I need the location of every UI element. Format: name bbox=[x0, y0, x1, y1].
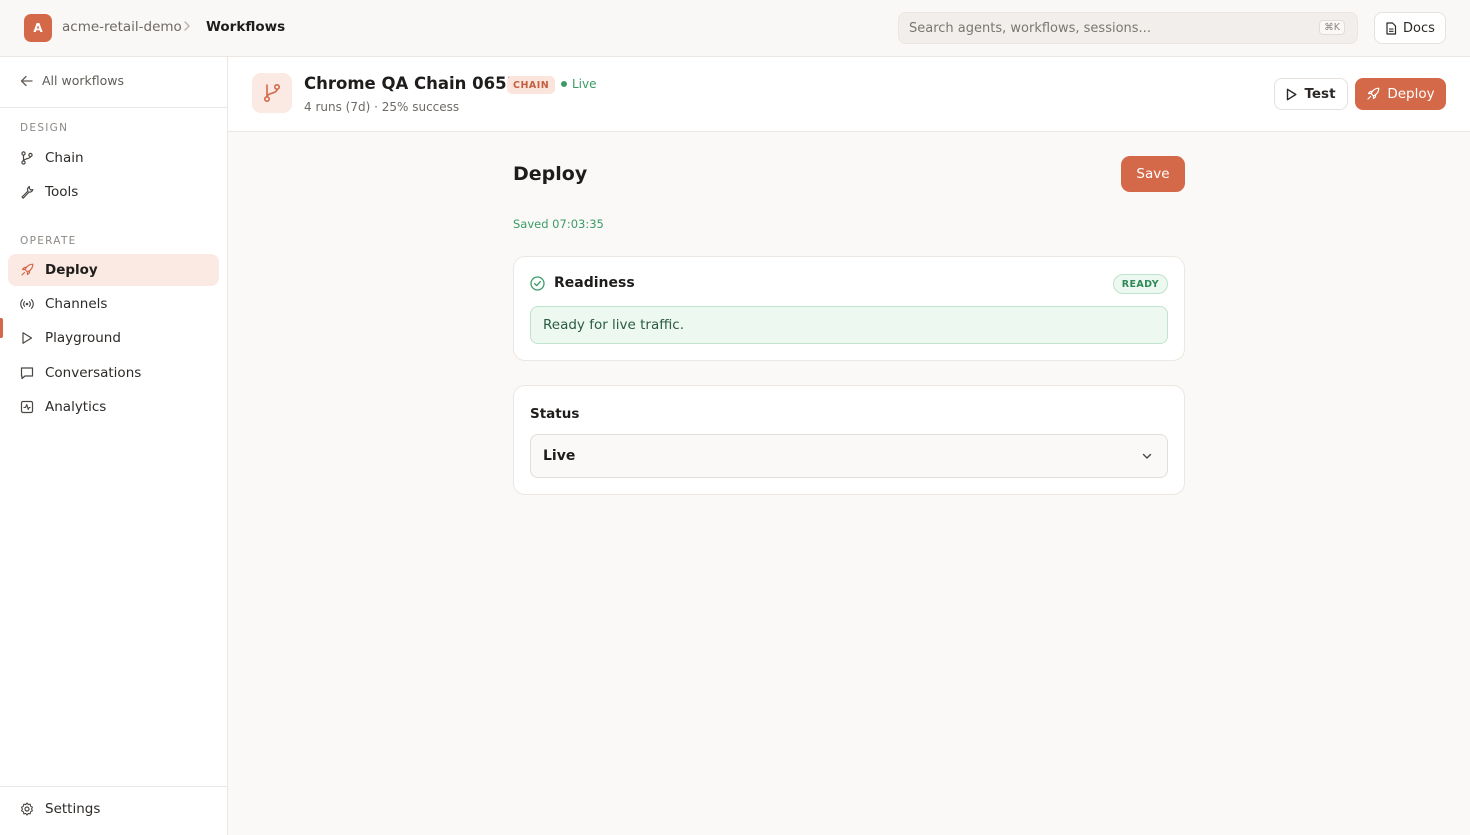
ready-badge: READY bbox=[1112, 274, 1168, 294]
workflow-status: Live bbox=[561, 77, 597, 91]
search-input[interactable] bbox=[909, 20, 1309, 36]
sidebar-item-settings[interactable]: Settings bbox=[20, 801, 100, 817]
sidebar-item-label: Tools bbox=[45, 184, 79, 200]
test-label: Test bbox=[1304, 86, 1336, 102]
active-indicator bbox=[0, 318, 3, 338]
sidebar-item-playground[interactable]: Playground bbox=[8, 322, 219, 354]
sidebar-item-channels[interactable]: Channels bbox=[8, 288, 219, 320]
workflow-meta: 4 runs (7d) · 25% success bbox=[304, 100, 460, 114]
status-select-value: Live bbox=[543, 448, 576, 464]
play-icon bbox=[1286, 88, 1297, 101]
check-circle-icon bbox=[530, 275, 545, 291]
play-icon bbox=[20, 331, 34, 345]
section-label-design: DESIGN bbox=[20, 122, 69, 134]
branch-icon bbox=[20, 151, 34, 165]
sidebar-item-label: Analytics bbox=[45, 399, 107, 415]
deploy-label: Deploy bbox=[1387, 86, 1435, 102]
sidebar: All workflows DESIGN Chain Tools OPERATE… bbox=[0, 57, 228, 835]
breadcrumb-current[interactable]: Workflows bbox=[206, 19, 285, 35]
back-link-label: All workflows bbox=[42, 73, 124, 88]
deploy-button[interactable]: Deploy bbox=[1355, 78, 1446, 110]
rocket-icon bbox=[1366, 87, 1380, 101]
docs-button[interactable]: Docs bbox=[1374, 12, 1446, 44]
test-button[interactable]: Test bbox=[1274, 78, 1348, 110]
arrow-left-icon bbox=[20, 75, 33, 87]
saved-timestamp: Saved 07:03:35 bbox=[513, 217, 604, 231]
top-bar: A acme-retail-demo Workflows ⌘K Docs bbox=[0, 0, 1470, 57]
save-button[interactable]: Save bbox=[1121, 156, 1185, 192]
sidebar-item-label: Playground bbox=[45, 330, 121, 346]
page-title: Deploy bbox=[513, 163, 588, 185]
readiness-title: Readiness bbox=[554, 275, 635, 291]
sidebar-item-label: Conversations bbox=[45, 365, 142, 381]
sidebar-item-chain[interactable]: Chain bbox=[8, 142, 219, 174]
sidebar-item-label: Deploy bbox=[45, 262, 98, 278]
back-to-workflows-link[interactable]: All workflows bbox=[20, 73, 124, 88]
sidebar-divider bbox=[0, 107, 227, 108]
sidebar-divider bbox=[0, 786, 227, 787]
readiness-message: Ready for live traffic. bbox=[530, 306, 1168, 344]
sidebar-item-conversations[interactable]: Conversations bbox=[8, 357, 219, 389]
org-avatar[interactable]: A bbox=[24, 14, 52, 42]
section-label-operate: OPERATE bbox=[20, 235, 77, 247]
readiness-header: Readiness bbox=[530, 275, 635, 291]
workflow-status-label: Live bbox=[572, 77, 597, 91]
workflow-branch-icon bbox=[252, 73, 292, 113]
sidebar-item-label: Channels bbox=[45, 296, 108, 312]
sidebar-item-label: Settings bbox=[45, 801, 101, 817]
readiness-card: Readiness READY Ready for live traffic. bbox=[513, 256, 1185, 361]
docs-label: Docs bbox=[1403, 20, 1435, 36]
breadcrumb-separator-icon bbox=[183, 21, 191, 31]
sidebar-item-tools[interactable]: Tools bbox=[8, 176, 219, 208]
gear-icon bbox=[20, 802, 34, 816]
sidebar-item-deploy[interactable]: Deploy bbox=[8, 254, 219, 286]
workflow-title: Chrome QA Chain 065341 bbox=[304, 74, 542, 93]
sidebar-item-analytics[interactable]: Analytics bbox=[8, 391, 219, 423]
workflow-header: Chrome QA Chain 065341 CHAIN Live 4 runs… bbox=[228, 57, 1470, 132]
workflow-type-badge: CHAIN bbox=[507, 76, 556, 94]
status-card: Status Live bbox=[513, 385, 1185, 495]
chevron-down-icon bbox=[1141, 450, 1153, 462]
search-shortcut: ⌘K bbox=[1319, 20, 1345, 35]
rocket-icon bbox=[20, 263, 34, 277]
broadcast-icon bbox=[20, 297, 34, 311]
breadcrumb-org[interactable]: acme-retail-demo bbox=[62, 19, 182, 35]
live-dot-icon bbox=[561, 81, 567, 87]
activity-icon bbox=[20, 400, 34, 414]
search-bar[interactable]: ⌘K bbox=[898, 12, 1358, 44]
status-select[interactable]: Live bbox=[530, 434, 1168, 478]
sidebar-item-label: Chain bbox=[45, 150, 84, 166]
document-icon bbox=[1385, 21, 1397, 35]
wrench-icon bbox=[20, 185, 34, 199]
status-label: Status bbox=[530, 406, 580, 422]
chat-icon bbox=[20, 366, 34, 380]
